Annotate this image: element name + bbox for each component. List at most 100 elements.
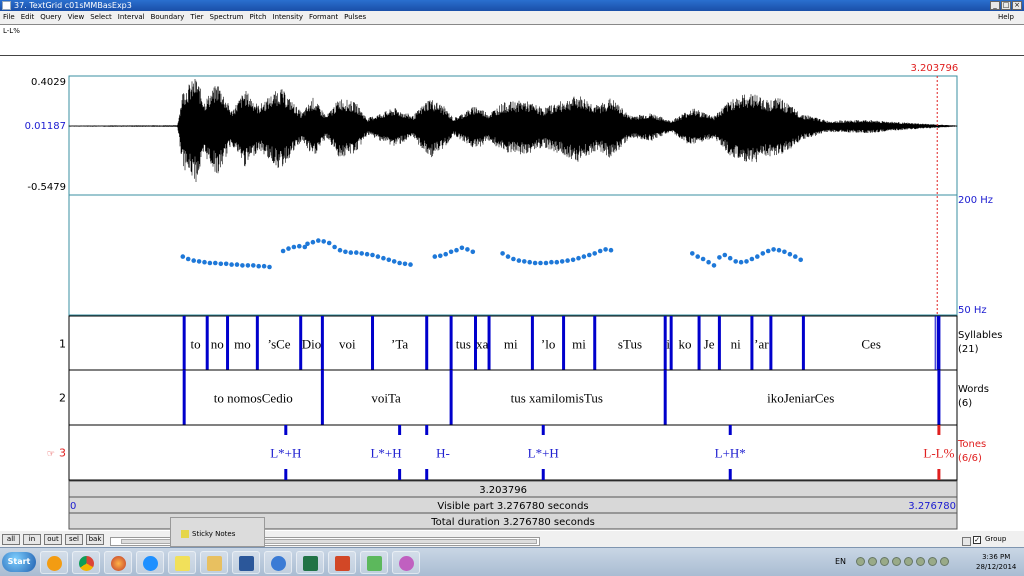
pitch-point — [305, 241, 310, 247]
pitch-point — [408, 262, 413, 267]
tier-2-interval-label: voiTa — [371, 391, 401, 406]
pitch-point — [727, 255, 733, 261]
menu-intensity[interactable]: Intensity — [273, 11, 303, 24]
menu-pulses[interactable]: Pulses — [344, 11, 366, 24]
menu-view[interactable]: View — [68, 11, 85, 24]
pitch-point — [291, 244, 297, 250]
pitch-top-label: 200 Hz — [958, 195, 993, 206]
maximize-button[interactable]: □ — [1001, 1, 1011, 10]
tone-label: L*+H — [528, 446, 559, 461]
tier-pointer-icon: ☞ — [47, 450, 55, 460]
waveform-max-label: 0.4029 — [31, 77, 66, 88]
taskbar-word[interactable] — [232, 551, 260, 574]
zoom-selection-button[interactable]: sel — [65, 534, 83, 545]
start-button[interactable]: Start — [2, 552, 36, 572]
taskbar-explorer[interactable] — [200, 551, 228, 574]
taskbar-chart-app[interactable] — [360, 551, 388, 574]
pitch-point — [286, 246, 291, 251]
menu-help[interactable]: Help — [998, 11, 1014, 24]
pitch-point — [559, 259, 565, 264]
pitch-point — [760, 251, 766, 256]
pitch-point — [359, 251, 365, 256]
tone-label: L*+H — [270, 446, 301, 461]
taskbar-powerpoint[interactable] — [328, 551, 356, 574]
tier-1-interval-label: tus — [456, 337, 471, 352]
taskbar-chrome[interactable] — [72, 551, 100, 574]
menu-formant[interactable]: Formant — [309, 11, 338, 24]
pitch-point — [196, 259, 202, 264]
pitch-point — [213, 260, 218, 266]
pitch-point — [538, 260, 543, 266]
scroll-right-arrow[interactable] — [962, 537, 971, 546]
taskbar-clock[interactable]: 3:36 PM 28/12/2014 — [976, 552, 1016, 572]
close-button[interactable]: × — [1012, 1, 1022, 10]
tray-icon-2[interactable] — [868, 557, 877, 566]
pitch-point — [354, 250, 359, 255]
tier-1-interval-label: to — [190, 337, 200, 352]
menu-interval[interactable]: Interval — [118, 11, 145, 24]
pitch-bottom-label: 50 Hz — [958, 305, 987, 316]
zoom-out-button[interactable]: out — [44, 534, 62, 545]
menu-file[interactable]: File — [3, 11, 15, 24]
group-checkbox[interactable]: ✓ — [973, 536, 981, 544]
minimize-button[interactable]: _ — [990, 1, 1000, 10]
pitch-point — [202, 259, 207, 265]
menu-spectrum[interactable]: Spectrum — [210, 11, 244, 24]
language-indicator[interactable]: EN — [835, 557, 846, 566]
pitch-point — [532, 260, 538, 266]
word-icon — [239, 556, 254, 571]
taskbar-excel[interactable] — [296, 551, 324, 574]
editor-drawing[interactable]: 0.4029 0.01187 -0.5479 200 Hz 50 Hz 1 Syllable… — [0, 57, 1024, 530]
pitch-point — [432, 254, 438, 259]
menu-boundary[interactable]: Boundary — [151, 11, 185, 24]
tier-1-name: Syllables — [958, 330, 1002, 341]
tier-2-interval-label: ikoJeniarCes — [767, 391, 834, 406]
pitch-point — [240, 263, 245, 268]
menu-edit[interactable]: Edit — [21, 11, 35, 24]
interval-text-field[interactable]: L-L% — [0, 24, 1024, 56]
pitch-point — [511, 256, 516, 262]
taskbar-ie[interactable] — [136, 551, 164, 574]
tier-3-row[interactable] — [68, 424, 958, 481]
tray-icon-4[interactable] — [892, 557, 901, 566]
taskbar-sticky-notes[interactable] — [168, 551, 196, 574]
pitch-point — [500, 251, 505, 256]
pitch-point — [749, 256, 755, 262]
visible-part-label: Visible part 3.276780 seconds — [437, 501, 588, 512]
tier-1-interval-label: ni — [731, 337, 742, 352]
tray-icon-3[interactable] — [880, 557, 889, 566]
pitch-point — [465, 247, 470, 252]
menu-select[interactable]: Select — [90, 11, 112, 24]
tray-icon-5[interactable] — [904, 557, 913, 566]
pitch-point — [755, 254, 760, 259]
group-label: Group — [985, 535, 1007, 543]
cursor-time-bar-label: 3.203796 — [479, 485, 527, 496]
zoom-in-button[interactable]: in — [23, 534, 41, 545]
tone-label: L+H* — [715, 446, 746, 461]
zoom-back-button[interactable]: bak — [86, 534, 104, 545]
network-icon[interactable] — [928, 557, 937, 566]
menu-tier[interactable]: Tier — [190, 11, 203, 24]
sticky-notes-icon — [181, 530, 189, 538]
tier-3-number: 3 — [59, 447, 66, 460]
editor-canvas[interactable]: 0.4029 0.01187 -0.5479 200 Hz 50 Hz 1 Syllable… — [0, 57, 1024, 530]
taskbar-firefox[interactable] — [104, 551, 132, 574]
pitch-point — [717, 255, 722, 260]
pitch-point — [470, 249, 476, 255]
tier-1-interval-label: ko — [678, 337, 691, 352]
pitch-point — [700, 256, 706, 262]
taskbar-math[interactable] — [264, 551, 292, 574]
tray-icons — [856, 557, 949, 566]
taskbar-media-player[interactable] — [40, 551, 68, 574]
tray-icon-1[interactable] — [856, 557, 865, 566]
volume-icon[interactable] — [940, 557, 949, 566]
taskbar-praat[interactable] — [392, 551, 420, 574]
visible-start-label: 0 — [70, 501, 76, 512]
tray-icon-6[interactable] — [916, 557, 925, 566]
sticky-notes-thumbnail[interactable]: Sticky Notes — [170, 517, 265, 547]
zoom-all-button[interactable]: all — [2, 534, 20, 545]
menu-query[interactable]: Query — [40, 11, 61, 24]
pitch-point — [364, 251, 370, 257]
excel-icon — [303, 556, 318, 571]
menu-pitch[interactable]: Pitch — [249, 11, 266, 24]
